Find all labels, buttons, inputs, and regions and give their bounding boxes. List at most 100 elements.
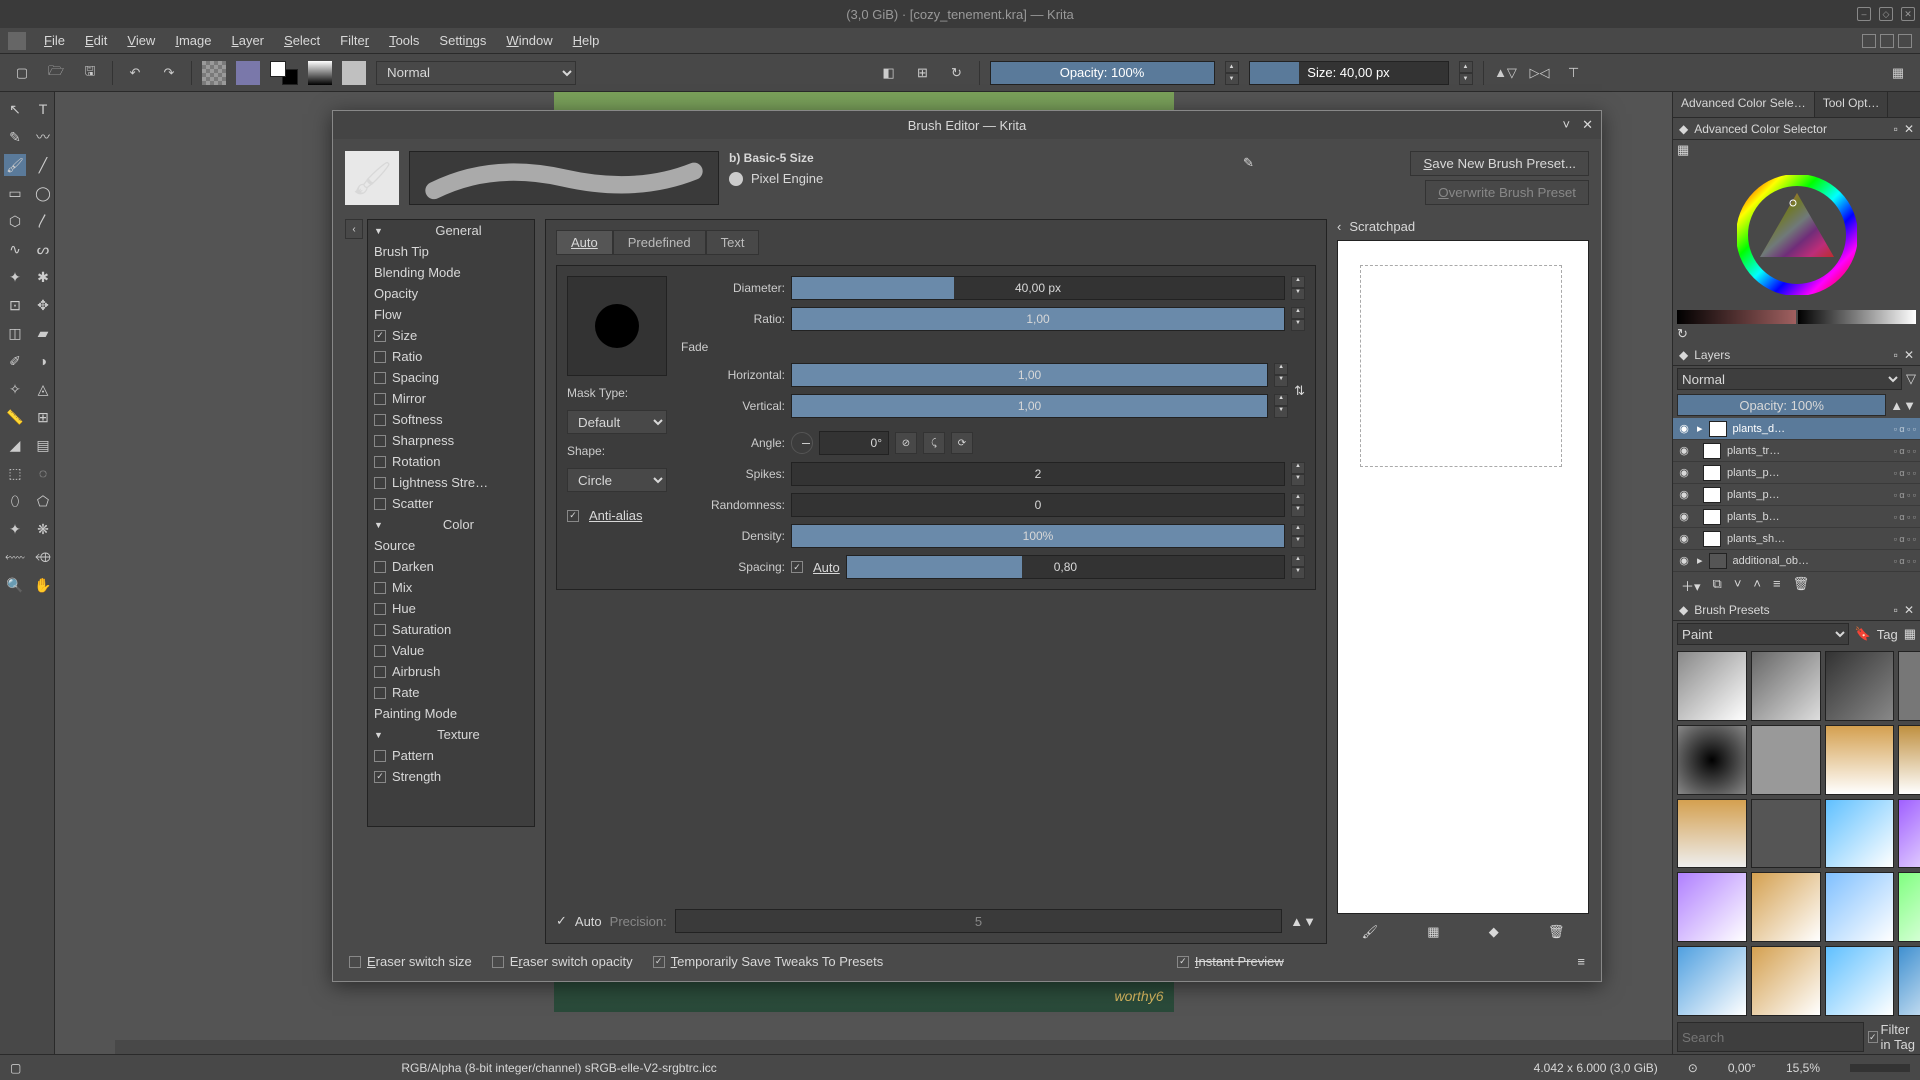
close-panel-icon[interactable]: ✕ <box>1904 122 1914 136</box>
menu-select[interactable]: Select <box>274 30 330 51</box>
visibility-icon[interactable]: ◉ <box>1677 532 1691 545</box>
horizontal-scrollbar[interactable] <box>115 1040 1672 1054</box>
duplicate-layer-icon[interactable]: ⧉ <box>1713 576 1722 595</box>
save-preset-button[interactable]: Save New Brush Preset... <box>1410 151 1589 176</box>
menu-file[interactable]: File <box>34 30 75 51</box>
menu-window[interactable]: Window <box>496 30 562 51</box>
preset-thumbnail[interactable]: 🖌 <box>345 151 399 205</box>
preset-thumb[interactable] <box>1751 946 1821 1016</box>
opt-flow[interactable]: Flow <box>368 304 534 325</box>
rotation-icon[interactable]: ⊙ <box>1688 1061 1698 1075</box>
preset-thumb[interactable] <box>1751 799 1821 869</box>
opt-mix[interactable]: Mix <box>368 577 534 598</box>
visibility-icon[interactable]: ◉ <box>1677 554 1691 567</box>
gradient-tool-icon[interactable]: ◢ <box>4 434 26 456</box>
brush-preset-swatch[interactable] <box>342 61 366 85</box>
opt-mirror[interactable]: Mirror <box>368 388 534 409</box>
preset-thumb[interactable] <box>1825 725 1895 795</box>
mask-type-select[interactable]: Default <box>567 410 667 434</box>
opt-scatter[interactable]: Scatter <box>368 493 534 514</box>
float-icon[interactable]: ▫ <box>1894 348 1898 362</box>
precision-auto-checkbox[interactable]: ✓ <box>556 913 567 929</box>
layer-row[interactable]: ◉ plants_b…▫ α ▫ ▫ <box>1673 506 1920 528</box>
text-tool-icon[interactable]: T <box>32 98 54 120</box>
add-layer-icon[interactable]: ＋▾ <box>1681 576 1701 595</box>
link-fade-icon[interactable]: ⇅ <box>1294 383 1305 399</box>
layer-row[interactable]: ◉▸additional_ob…▫ α ▫ ▫ <box>1673 550 1920 572</box>
opt-hue[interactable]: Hue <box>368 598 534 619</box>
crop-tool-icon[interactable]: ◫ <box>4 322 26 344</box>
layer-row[interactable]: ◉▸plants_d…▫ α ▫ ▫ <box>1673 418 1920 440</box>
menu-view[interactable]: View <box>117 30 165 51</box>
window-minimize[interactable]: – <box>1857 7 1871 21</box>
pan-tool-icon[interactable]: ✋ <box>32 574 54 596</box>
refresh-icon[interactable]: ↻ <box>1677 326 1688 341</box>
close-panel-icon[interactable]: ✕ <box>1904 348 1914 362</box>
menu-settings[interactable]: Settings <box>429 30 496 51</box>
opt-spacing[interactable]: Spacing <box>368 367 534 388</box>
preset-thumb[interactable] <box>1898 872 1920 942</box>
alpha-lock-icon[interactable]: ⊞ <box>911 61 935 85</box>
mirror-v-icon[interactable]: ▷◁ <box>1528 61 1552 85</box>
ellipse-tool-icon[interactable]: ◯ <box>32 182 54 204</box>
angle-dial[interactable] <box>791 432 813 454</box>
preset-thumb[interactable] <box>1751 651 1821 721</box>
layer-row[interactable]: ◉ plants_p…▫ α ▫ ▫ <box>1673 484 1920 506</box>
opt-saturation[interactable]: Saturation <box>368 619 534 640</box>
pattern-tool-icon[interactable]: ▤ <box>32 434 54 456</box>
transform-tool-icon[interactable]: ⊡ <box>4 294 26 316</box>
picker-tool-icon[interactable]: ✐ <box>4 350 26 372</box>
visibility-icon[interactable]: ◉ <box>1677 466 1691 479</box>
tab-color-selector[interactable]: Advanced Color Sele… <box>1673 92 1815 117</box>
lock-icon[interactable]: ◆ <box>1679 122 1688 136</box>
move-down-icon[interactable]: ˅ <box>1734 576 1742 595</box>
workspace-icon3[interactable] <box>1898 34 1912 48</box>
tag-icon[interactable]: 🔖 <box>1855 626 1871 642</box>
tab-tool-options[interactable]: Tool Opt… <box>1815 92 1889 117</box>
angle-reset-icon[interactable]: ⊘ <box>895 432 917 454</box>
lock-icon[interactable]: ◆ <box>1679 348 1688 362</box>
close-panel-icon[interactable]: ✕ <box>1904 603 1914 617</box>
scratchpad-gradient-icon[interactable]: ◆ <box>1489 924 1499 940</box>
options-tree[interactable]: ▼General Brush Tip Blending Mode Opacity… <box>367 219 535 827</box>
menu-edit[interactable]: Edit <box>75 30 117 51</box>
density-slider[interactable]: 100% <box>791 524 1285 548</box>
rotation-value[interactable]: 0,00° <box>1728 1061 1756 1075</box>
menu-help[interactable]: Help <box>563 30 610 51</box>
rect-tool-icon[interactable]: ▭ <box>4 182 26 204</box>
tab-predefined[interactable]: Predefined <box>613 230 706 255</box>
opt-blending-mode[interactable]: Blending Mode <box>368 262 534 283</box>
float-icon[interactable]: ▫ <box>1894 603 1898 617</box>
opt-ratio[interactable]: Ratio <box>368 346 534 367</box>
fgbg-swatch[interactable] <box>270 61 298 85</box>
undo-icon[interactable]: ↶ <box>123 61 147 85</box>
move-tool-icon[interactable]: ↖ <box>4 98 26 120</box>
preset-search-input[interactable] <box>1677 1022 1864 1052</box>
visibility-icon[interactable]: ◉ <box>1677 510 1691 523</box>
visibility-icon[interactable]: ◉ <box>1677 488 1691 501</box>
dyna-tool-icon[interactable]: ✦ <box>4 266 26 288</box>
layer-row[interactable]: ◉ plants_p…▫ α ▫ ▫ <box>1673 462 1920 484</box>
opt-strength[interactable]: ✓Strength <box>368 766 534 787</box>
preset-thumb[interactable] <box>1751 725 1821 795</box>
scratchpad-back-icon[interactable]: ‹ <box>1337 219 1341 234</box>
smart-patch-icon[interactable]: ✧ <box>4 378 26 400</box>
visibility-icon[interactable]: ◉ <box>1677 444 1691 457</box>
measure-tool-icon[interactable]: 📏 <box>4 406 26 428</box>
angle-field[interactable]: 0° <box>819 431 889 455</box>
opt-brush-tip[interactable]: Brush Tip <box>368 241 534 262</box>
pattern-swatch[interactable] <box>202 61 226 85</box>
window-maximize[interactable]: ◇ <box>1879 7 1893 21</box>
temp-save-checkbox[interactable]: ✓ <box>653 956 665 968</box>
preset-thumb[interactable] <box>1898 946 1920 1016</box>
spikes-slider[interactable]: 2 <box>791 462 1285 486</box>
workspace-icon2[interactable] <box>1880 34 1894 48</box>
opt-darken[interactable]: Darken <box>368 556 534 577</box>
opt-pattern[interactable]: Pattern <box>368 745 534 766</box>
workspace-icon[interactable] <box>1862 34 1876 48</box>
gradient-swatch[interactable] <box>308 61 332 85</box>
instant-preview-checkbox[interactable]: ✓ <box>1177 956 1189 968</box>
mirror-h-icon[interactable]: ▲▽ <box>1494 61 1518 85</box>
color-swatch[interactable] <box>236 61 260 85</box>
opt-softness[interactable]: Softness <box>368 409 534 430</box>
